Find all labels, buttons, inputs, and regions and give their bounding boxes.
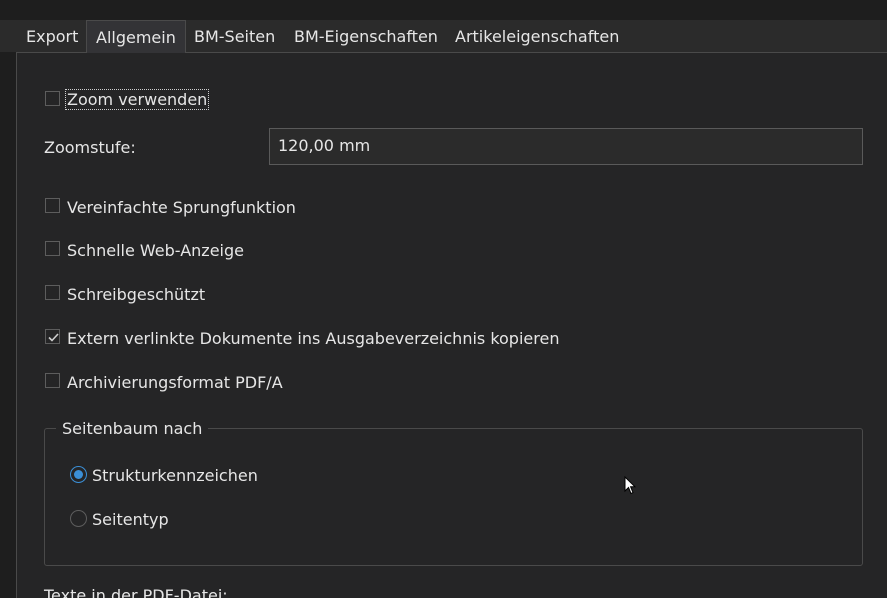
checkmark-icon	[48, 333, 59, 342]
seitenbaum-legend: Seitenbaum nach	[56, 419, 209, 438]
seitenbaum-groupbox	[44, 428, 863, 566]
schreibgeschuetzt-label[interactable]: Schreibgeschützt	[67, 285, 205, 304]
zoomstufe-label: Zoomstufe:	[44, 138, 136, 157]
zoom-label[interactable]: Zoom verwenden	[64, 89, 210, 110]
strukturkennzeichen-label[interactable]: Strukturkennzeichen	[92, 466, 258, 485]
extern-verlinkte-dokumente-label[interactable]: Extern verlinkte Dokumente ins Ausgabeve…	[67, 329, 559, 348]
schnelle-web-anzeige-checkbox[interactable]	[45, 241, 60, 256]
vereinfachte-sprungfunktion-label[interactable]: Vereinfachte Sprungfunktion	[67, 198, 296, 217]
archivierungsformat-pdfa-label[interactable]: Archivierungsformat PDF/A	[67, 373, 283, 392]
left-margin	[0, 52, 16, 598]
archivierungsformat-pdfa-checkbox[interactable]	[45, 373, 60, 388]
tab-allgemein[interactable]: Allgemein	[86, 20, 186, 53]
tab-artikeleigenschaften[interactable]: Artikeleigenschaften	[447, 20, 627, 52]
radio-selected-dot	[74, 470, 83, 479]
extern-verlinkte-dokumente-checkbox[interactable]	[45, 329, 60, 344]
tab-bm-seiten[interactable]: BM-Seiten	[186, 20, 283, 52]
tab-export[interactable]: Export	[18, 20, 86, 52]
schnelle-web-anzeige-label[interactable]: Schnelle Web-Anzeige	[67, 241, 244, 260]
window-top-strip	[0, 0, 887, 20]
seitentyp-label[interactable]: Seitentyp	[92, 510, 169, 529]
zoomstufe-input[interactable]: 120,00 mm	[269, 128, 863, 165]
vereinfachte-sprungfunktion-checkbox[interactable]	[45, 198, 60, 213]
zoom-checkbox[interactable]	[45, 91, 60, 106]
tab-bm-eigenschaften[interactable]: BM-Eigenschaften	[286, 20, 446, 52]
texte-in-pdf-label: Texte in der PDF-Datei:	[44, 586, 228, 598]
mouse-pointer-icon	[624, 476, 636, 495]
schreibgeschuetzt-checkbox[interactable]	[45, 285, 60, 300]
strukturkennzeichen-radio[interactable]	[70, 466, 87, 483]
seitentyp-radio[interactable]	[70, 510, 87, 527]
